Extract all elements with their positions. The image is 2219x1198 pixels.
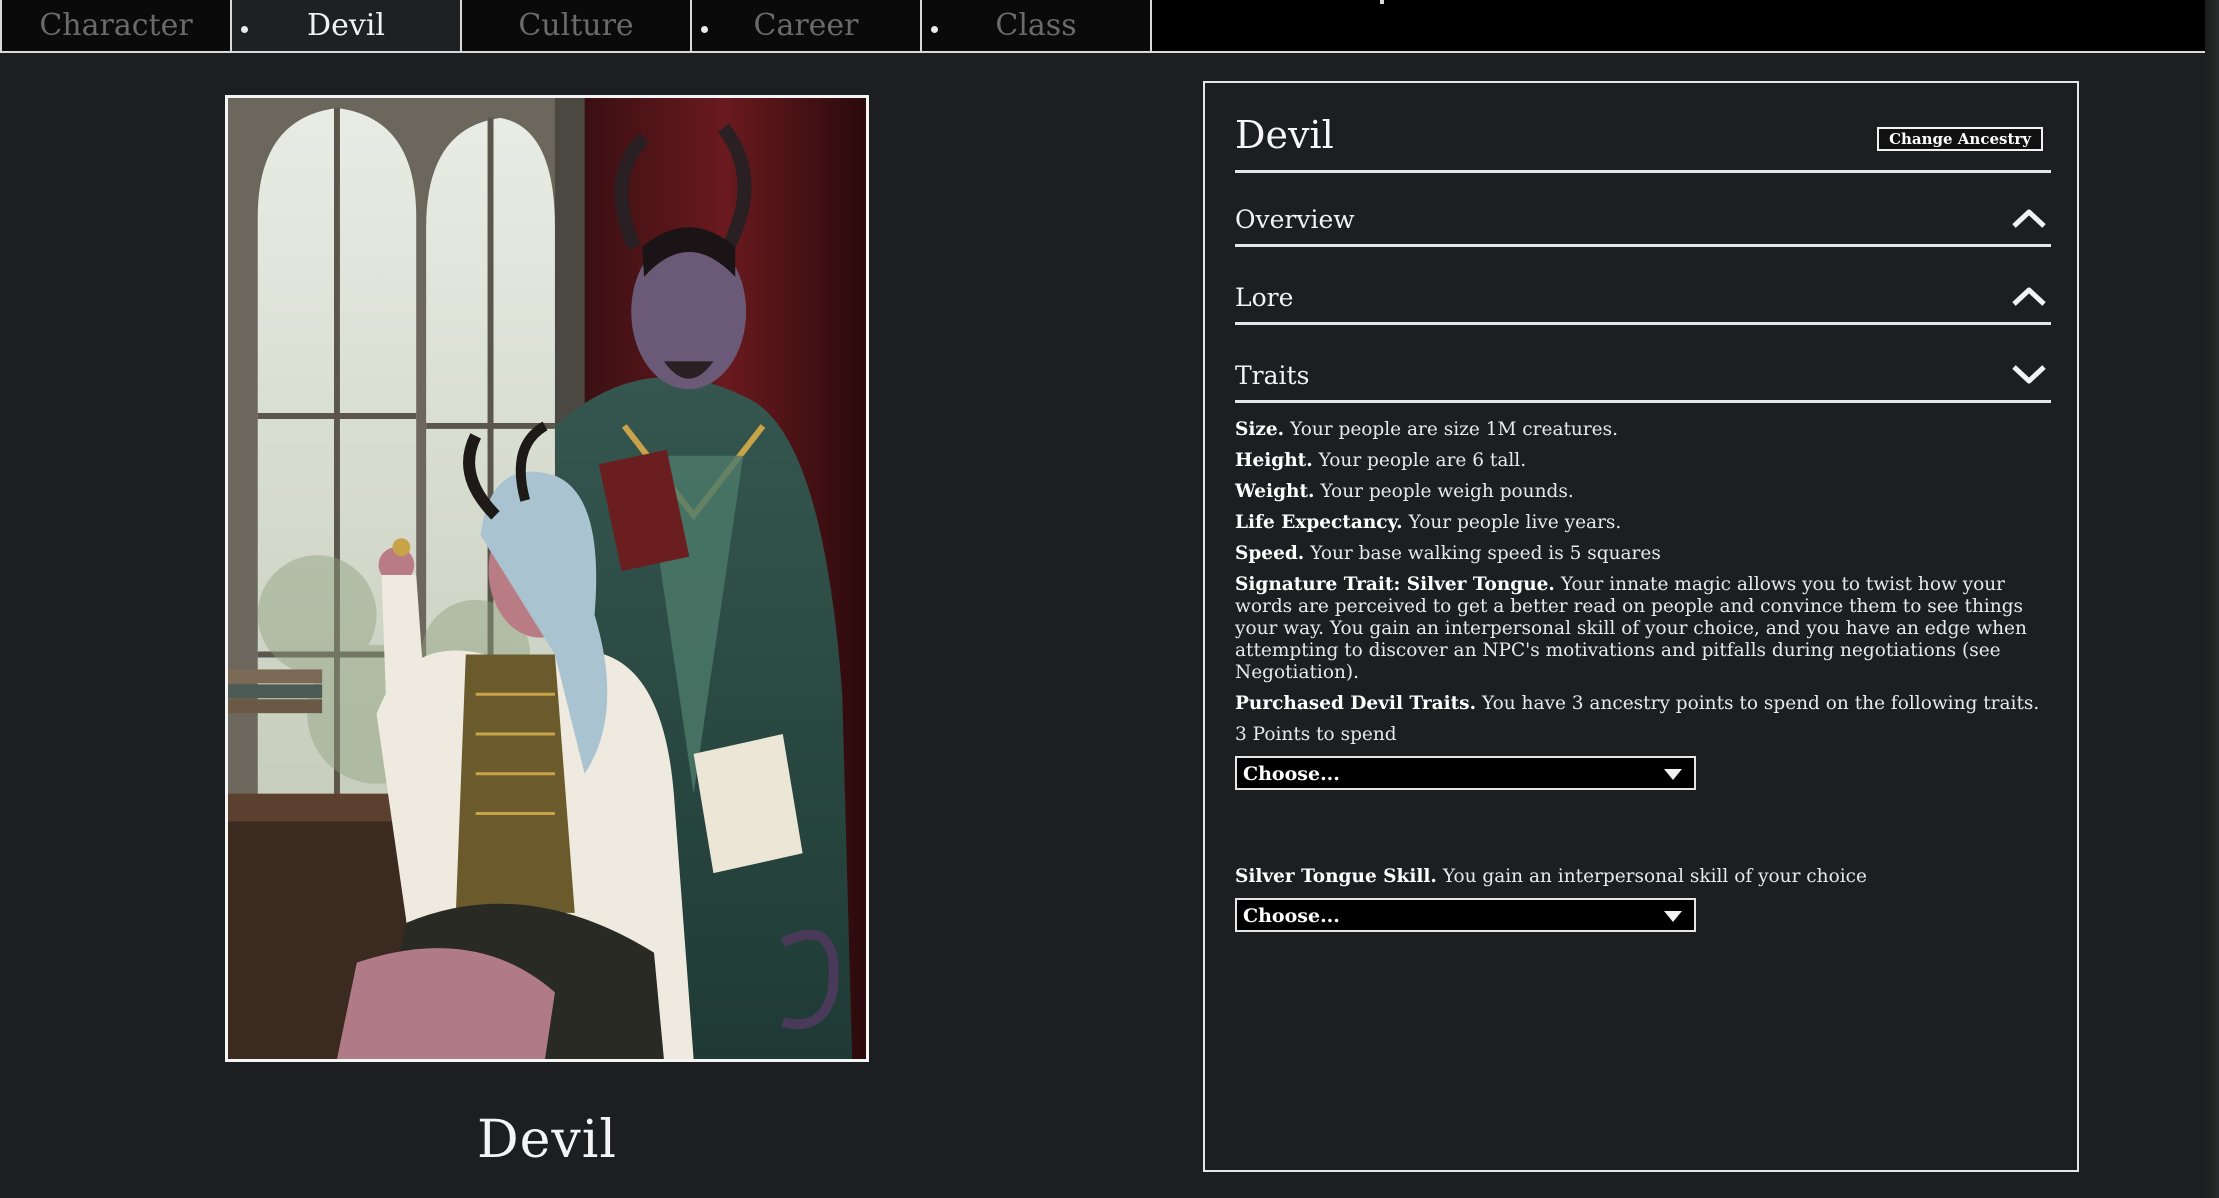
section-label: Lore	[1235, 283, 1294, 312]
trait-text: Your base walking speed is 5 squares	[1310, 543, 1661, 564]
trait-text: Your people are size 1M creatures.	[1290, 419, 1618, 440]
tab-bar-filler	[1152, 0, 2205, 51]
tab-indicator-dot	[701, 26, 708, 33]
trait-text: Your people are 6 tall.	[1318, 450, 1527, 471]
window-edge	[2205, 0, 2219, 1198]
chevron-down-icon	[2012, 365, 2046, 384]
trait-name: Purchased Devil Traits.	[1235, 693, 1477, 714]
trait-height: Height. Your people are 6 tall.	[1235, 450, 2051, 472]
tab-devil[interactable]: Devil	[232, 0, 462, 51]
section-label: Traits	[1235, 361, 1310, 390]
skill-name: Silver Tongue Skill.	[1235, 866, 1437, 887]
chevron-up-icon	[2012, 287, 2046, 306]
chevron-up-icon	[2012, 209, 2046, 228]
trait-name: Height.	[1235, 450, 1313, 471]
trait-purchased: Purchased Devil Traits. You have 3 ancest…	[1235, 693, 2051, 715]
tab-indicator-dot	[931, 26, 938, 33]
change-ancestry-button[interactable]: Change Ancestry	[1877, 127, 2043, 151]
section-label: Overview	[1235, 205, 1355, 234]
divider	[1382, 0, 1384, 4]
trait-name: Size.	[1235, 419, 1285, 440]
section-overview[interactable]: Overview	[1235, 191, 2051, 247]
select-value: Choose...	[1243, 905, 1340, 927]
trait-life-expectancy: Life Expectancy. Your people live years.	[1235, 512, 2051, 534]
trait-size: Size. Your people are size 1M creatures.	[1235, 419, 2051, 441]
trait-name: Signature Trait: Silver Tongue.	[1235, 574, 1555, 595]
ancestry-portrait	[225, 95, 869, 1062]
tab-label: Class	[995, 8, 1077, 43]
silver-tongue-skill: Silver Tongue Skill. You gain an interper…	[1235, 866, 2051, 932]
tab-label: Devil	[307, 8, 385, 43]
skill-text: You gain an interpersonal skill of your …	[1442, 866, 1867, 887]
tab-indicator-dot	[241, 26, 248, 33]
traits-content: Size. Your people are size 1M creatures. …	[1235, 419, 2051, 790]
tab-label: Culture	[518, 8, 634, 43]
skill-choice-select[interactable]: Choose...	[1235, 898, 1696, 932]
section-traits[interactable]: Traits	[1235, 347, 2051, 403]
select-value: Choose...	[1243, 763, 1340, 785]
tab-career[interactable]: Career	[692, 0, 922, 51]
trait-name: Speed.	[1235, 543, 1305, 564]
tab-label: Character	[39, 8, 193, 43]
tab-bar: Character Devil Culture Career Class	[0, 0, 2207, 53]
tab-culture[interactable]: Culture	[462, 0, 692, 51]
portrait-illustration	[228, 98, 866, 1059]
skill-description: Silver Tongue Skill. You gain an interper…	[1235, 866, 2051, 888]
trait-name: Life Expectancy.	[1235, 512, 1403, 533]
tab-class[interactable]: Class	[922, 0, 1152, 51]
ancestry-detail-panel: Devil Change Ancestry Overview Lore Trai…	[1203, 81, 2079, 1172]
trait-text: Your people weigh pounds.	[1320, 481, 1574, 502]
trait-choice-select[interactable]: Choose...	[1235, 756, 1696, 790]
portrait-caption: Devil	[476, 1110, 618, 1170]
ancestry-page: Character Devil Culture Career Class Dev…	[0, 0, 2219, 1198]
trait-name: Weight.	[1235, 481, 1315, 502]
panel-header: Devil Change Ancestry	[1235, 113, 2051, 173]
trait-signature: Signature Trait: Silver Tongue. Your inna…	[1235, 574, 2051, 684]
caret-down-icon	[1664, 769, 1682, 780]
trait-text: Your people live years.	[1408, 512, 1622, 533]
ancestry-title: Devil	[1235, 113, 1334, 157]
trait-speed: Speed. Your base walking speed is 5 squar…	[1235, 543, 2051, 565]
section-lore[interactable]: Lore	[1235, 269, 2051, 325]
tab-character[interactable]: Character	[2, 0, 232, 51]
points-remaining: 3 Points to spend	[1235, 724, 1397, 745]
trait-weight: Weight. Your people weigh pounds.	[1235, 481, 2051, 503]
caret-down-icon	[1664, 911, 1682, 922]
trait-text: You have 3 ancestry points to spend on t…	[1482, 693, 2040, 714]
tab-label: Career	[753, 8, 859, 43]
